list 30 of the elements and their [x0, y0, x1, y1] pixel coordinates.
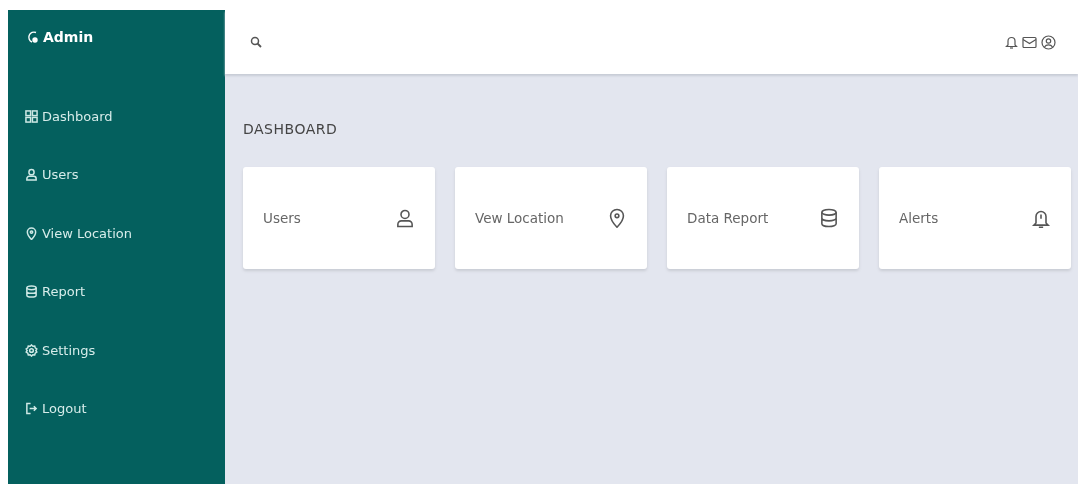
database-icon	[25, 285, 38, 299]
grid-icon	[25, 109, 38, 123]
person-icon	[395, 208, 415, 228]
card-label: Alerts	[899, 210, 939, 226]
nav-link[interactable]: Dashboard	[42, 108, 113, 124]
database-icon	[819, 208, 839, 228]
stat-card[interactable]: Vew Location	[455, 167, 647, 269]
page-title: DASHBOARD	[243, 121, 339, 137]
stat-card[interactable]: Alerts	[879, 167, 1071, 269]
search-icon[interactable]	[250, 36, 262, 48]
logout-icon	[25, 402, 38, 416]
person-icon	[25, 168, 38, 182]
account-icon[interactable]	[1041, 34, 1056, 50]
nav-link[interactable]: Report	[42, 284, 86, 300]
bell-icon	[1031, 208, 1051, 228]
nav-link[interactable]: View Location	[42, 225, 132, 241]
nav-link[interactable]: Settings	[42, 342, 96, 358]
card-label: Users	[263, 210, 301, 226]
bell-icon[interactable]	[1005, 34, 1018, 50]
card-label: Data Report	[687, 210, 769, 226]
gear-icon	[25, 343, 38, 357]
stat-card[interactable]: Data Report	[667, 167, 859, 269]
stat-card[interactable]: Users	[243, 167, 435, 269]
location-pin-icon	[607, 208, 627, 228]
nav-link[interactable]: Logout	[42, 401, 87, 417]
location-pin-icon	[25, 226, 38, 240]
nav-link[interactable]: Users	[42, 167, 79, 183]
brand-name: Admin	[43, 28, 94, 45]
mail-icon[interactable]	[1022, 35, 1037, 49]
card-label: Vew Location	[475, 210, 564, 226]
